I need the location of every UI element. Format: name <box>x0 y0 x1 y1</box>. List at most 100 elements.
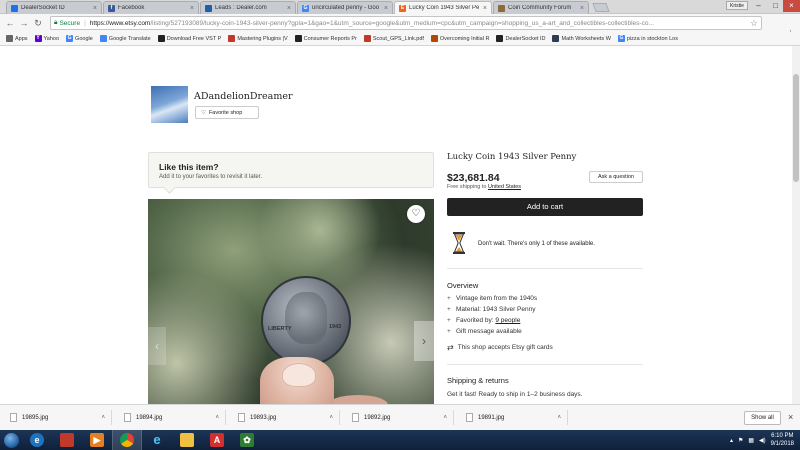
heart-icon: ♡ <box>201 109 206 116</box>
taskbar-app-shop[interactable] <box>52 430 82 450</box>
taskbar-app-chrome[interactable] <box>112 430 142 450</box>
image-file-icon <box>352 413 359 422</box>
bookmark-star-icon[interactable]: ☆ <box>750 18 758 29</box>
taskbar-app-acrobat[interactable]: A <box>202 430 232 450</box>
shop-avatar[interactable] <box>151 86 188 123</box>
url-path: /listing/527193089/lucky-coin-1943-silve… <box>150 19 654 27</box>
image-file-icon <box>124 413 131 422</box>
new-tab-button[interactable] <box>592 3 610 12</box>
window-close-icon[interactable]: × <box>783 0 800 12</box>
flag-icon[interactable]: ⚑ <box>738 437 743 444</box>
previous-image-chevron-icon[interactable]: ‹ <box>148 327 166 365</box>
chevron-up-icon[interactable]: ˄ <box>557 415 561 421</box>
close-tab-icon[interactable]: × <box>93 5 97 12</box>
divider <box>447 268 643 269</box>
taskbar-app-media[interactable]: ▶ <box>82 430 112 450</box>
coin-profile <box>285 292 327 344</box>
download-item[interactable]: 19895.jpg ˄ <box>0 410 112 425</box>
bookmark-dealersocket[interactable]: DealerSocket ID <box>496 35 545 42</box>
close-tab-icon[interactable]: × <box>287 5 291 12</box>
bookmark-icon <box>430 35 438 42</box>
close-tab-icon[interactable]: × <box>384 5 388 12</box>
forward-icon[interactable]: → <box>17 18 31 28</box>
back-icon[interactable]: ← <box>3 18 17 28</box>
reload-icon[interactable]: ↻ <box>31 18 45 29</box>
windows-taskbar: e ▶ e A ✿ ▴ ⚑ ▦ ◀) 6:10 PM 9/1/2018 <box>0 430 800 450</box>
minimize-icon[interactable]: – <box>750 0 767 12</box>
bookmark-scout-gps[interactable]: Scout_GPS_Link.pdf <box>363 35 424 42</box>
close-tab-icon[interactable]: × <box>580 5 584 12</box>
shipping-destination-link[interactable]: United States <box>488 184 521 190</box>
acrobat-icon: A <box>210 433 224 447</box>
show-all-downloads-button[interactable]: Show all <box>744 411 781 425</box>
chevron-up-icon[interactable]: ˄ <box>215 415 219 421</box>
tab-google-search[interactable]: G uncirculated penny - Goo × <box>297 1 393 14</box>
taskbar-app-explorer[interactable] <box>172 430 202 450</box>
bookmark-yahoo[interactable]: Y Yahoo <box>34 35 59 42</box>
tray-chevron-icon[interactable]: ▴ <box>730 437 733 444</box>
chevron-up-icon[interactable]: ˄ <box>101 415 105 421</box>
gift-card-note: ⇄ This shop accepts Etsy gift cards <box>447 343 553 352</box>
bookmark-apps[interactable]: Apps <box>6 35 28 42</box>
shipping-note: Free shipping to United States <box>447 184 522 190</box>
maximize-icon[interactable]: □ <box>767 0 784 12</box>
divider <box>447 364 643 365</box>
download-item[interactable]: 19892.jpg ˄ <box>342 410 454 425</box>
bookmark-overcoming[interactable]: Overcoming Initial R <box>430 35 489 42</box>
tab-title: DealerSocket ID <box>21 5 65 11</box>
download-item[interactable]: 19891.jpg ˄ <box>456 410 568 425</box>
facebook-icon: f <box>108 4 115 12</box>
bookmark-mastering-plugins[interactable]: Mastering Plugins |V <box>228 35 288 42</box>
system-tray: ▴ ⚑ ▦ ◀) 6:10 PM 9/1/2018 <box>730 430 800 450</box>
bookmark-vst[interactable]: Download Free VST P <box>157 35 221 42</box>
clock-date: 9/1/2018 <box>770 441 794 447</box>
tab-facebook[interactable]: f Facebook × <box>103 1 199 14</box>
shipping-returns-heading[interactable]: Shipping & returns <box>447 376 509 385</box>
chevron-up-icon[interactable]: ˄ <box>443 415 447 421</box>
ie-icon: e <box>30 433 44 447</box>
close-download-shelf-icon[interactable]: × <box>788 412 793 422</box>
list-item: Material: 1943 Silver Penny <box>447 304 537 315</box>
chevron-up-icon[interactable]: ˄ <box>329 415 333 421</box>
listing-photo[interactable]: LIBERTY 1943 ♡ ‹ › <box>148 199 434 404</box>
tab-dealersocket[interactable]: DealerSocket ID × <box>6 1 102 14</box>
next-image-chevron-icon[interactable]: › <box>414 321 434 361</box>
clock[interactable]: 6:10 PM 9/1/2018 <box>771 432 794 448</box>
close-tab-icon[interactable]: × <box>190 5 194 12</box>
favorite-item-heart-icon[interactable]: ♡ <box>407 205 425 223</box>
bookmark-google-translate[interactable]: Google Translate <box>99 35 151 42</box>
download-item[interactable]: 19894.jpg ˄ <box>114 410 226 425</box>
file-explorer-icon <box>180 433 194 447</box>
close-tab-icon[interactable]: × <box>483 5 487 12</box>
tab-etsy-active[interactable]: E Lucky Coin 1943 Silver Pe × <box>394 1 492 14</box>
listing-price: $23,681.84 <box>447 172 500 184</box>
tab-dealer-com[interactable]: Leads : Dealer.com × <box>200 1 296 14</box>
dealersocket-icon <box>496 35 504 42</box>
volume-icon[interactable]: ◀) <box>759 437 766 444</box>
image-file-icon <box>466 413 473 422</box>
bookmark-pizza[interactable]: Gpizza in stockton Los <box>617 35 678 42</box>
profile-button[interactable]: Kristie <box>726 1 748 10</box>
bookmark-math-worksheets[interactable]: Math Worksheets W <box>552 35 611 42</box>
scrollbar-thumb[interactable] <box>793 74 799 182</box>
toolbar: ← → ↻ 🔒︎ Secure | https://www.etsy.com /… <box>0 14 800 41</box>
taskbar-app-ie[interactable]: e <box>22 430 52 450</box>
google-icon: G <box>617 35 625 42</box>
taskbar-app-palm[interactable]: ✿ <box>232 430 262 450</box>
favorited-by-link[interactable]: 9 people <box>495 317 520 324</box>
url-host: https://www.etsy.com <box>89 19 151 27</box>
network-icon[interactable]: ▦ <box>748 437 754 444</box>
start-button[interactable] <box>0 430 22 450</box>
shop-name[interactable]: ADandelionDreamer <box>194 91 293 102</box>
download-item[interactable]: 19893.jpg ˄ <box>228 410 340 425</box>
tab-coin-community[interactable]: Coin Community Forum × <box>493 1 589 14</box>
add-to-cart-button[interactable]: Add to cart <box>447 198 643 216</box>
bookmark-consumer-reports[interactable]: Consumer Reports Pr <box>294 35 357 42</box>
taskbar-app-internet-explorer[interactable]: e <box>142 430 172 450</box>
bookmark-google[interactable]: G Google <box>66 35 93 42</box>
ask-a-question-button[interactable]: Ask a question <box>589 171 643 183</box>
address-bar[interactable]: 🔒︎ Secure | https://www.etsy.com /listin… <box>50 16 762 30</box>
vertical-scrollbar[interactable] <box>792 46 800 404</box>
secure-label: Secure <box>59 19 81 27</box>
favorite-shop-button[interactable]: ♡ Favorite shop <box>195 106 259 119</box>
